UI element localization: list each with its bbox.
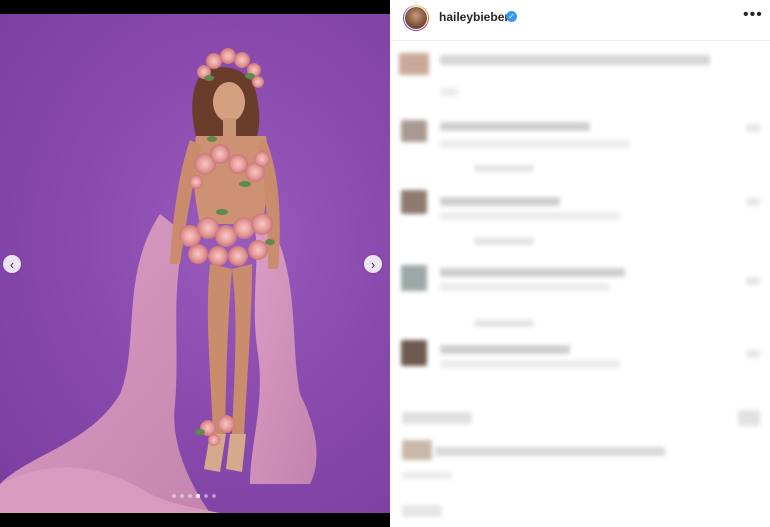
avatar[interactable] [403,5,429,31]
carousel-dot [172,494,176,498]
chevron-left-icon[interactable]: ‹ [3,255,21,273]
caption-avatar [399,53,429,75]
post-side-panel: haileybieber ✓ ••• [390,0,770,527]
comment-avatar [401,120,427,142]
like-icon[interactable] [746,350,760,358]
comment-meta-obscured [474,320,534,327]
comment-line-obscured [440,360,620,368]
comment-line-obscured [440,140,630,148]
carousel-dot [180,494,184,498]
more-options-icon[interactable]: ••• [743,6,763,24]
carousel-dot [188,494,192,498]
chevron-right-icon[interactable]: › [364,255,382,273]
add-comment-obscured [402,505,442,517]
comment-text-obscured [440,197,560,206]
comment-avatar [401,265,427,291]
caption-sub-obscured [440,88,458,96]
model-photo [0,48,317,513]
comment-text-obscured [440,268,625,277]
action-bar-obscured [402,412,472,424]
caption-text-obscured [440,55,710,65]
like-icon[interactable] [746,277,760,285]
comment-avatar [401,190,427,214]
comment-meta-obscured [474,165,534,172]
carousel-indicator [172,494,216,498]
like-icon[interactable] [746,124,760,132]
comment-meta-obscured [474,238,534,245]
comment-avatar [401,340,427,366]
carousel-dot [204,494,208,498]
comment-line-obscured [440,283,610,291]
comment-text-obscured [440,122,590,131]
username[interactable]: haileybieber [439,10,509,24]
bookmark-icon[interactable] [738,410,760,426]
verified-badge-icon: ✓ [506,11,517,22]
carousel-dot [212,494,216,498]
top-letterbox [0,0,390,14]
comment-line-obscured [440,212,620,220]
like-icon[interactable] [746,198,760,206]
likes-obscured [402,440,432,460]
carousel-dot [196,494,200,498]
post-header: haileybieber ✓ ••• [390,0,770,41]
post-image: ‹ › [0,14,390,513]
comment-text-obscured [440,345,570,354]
timestamp-obscured [402,472,452,479]
likes-text-obscured [435,447,665,456]
bottom-letterbox [0,513,390,527]
